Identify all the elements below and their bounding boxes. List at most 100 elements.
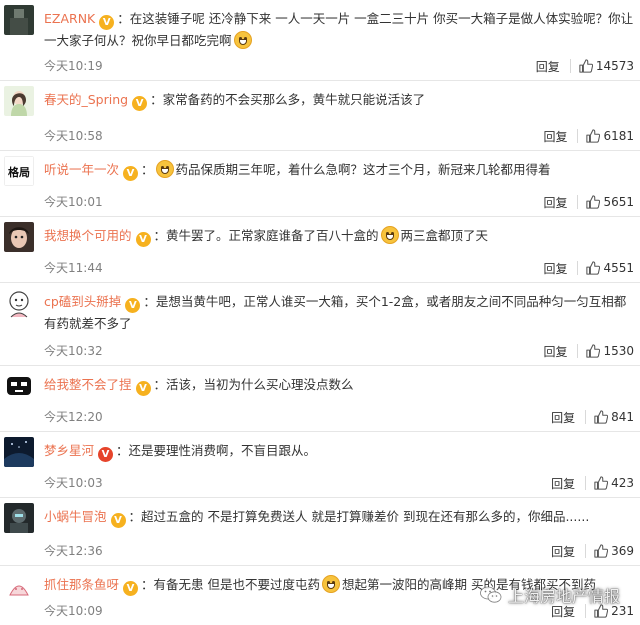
- like-button[interactable]: 841: [594, 410, 634, 424]
- comment-actions: 回复 369: [551, 541, 634, 561]
- avatar[interactable]: [4, 503, 34, 533]
- comment-username[interactable]: 给我整不会了捏: [44, 377, 132, 392]
- comment-timestamp: 今天10:58: [44, 129, 103, 143]
- comment-content: 活该，当初为什么买心理没点数么: [166, 377, 354, 392]
- comment-username[interactable]: 听说一年一次: [44, 162, 119, 177]
- comment-text: 梦乡星河 V ：还是要理性消费啊，不盲目跟从。: [44, 443, 317, 462]
- reply-button[interactable]: 回复: [543, 343, 567, 360]
- verified-badge-icon: V: [132, 96, 148, 111]
- comment-item: 给我整不会了捏 V ：活该，当初为什么买心理没点数么 今天12:20 回复 841: [0, 366, 640, 432]
- comment-content: 有备无患 但是也不要过度屯药: [153, 577, 321, 592]
- avatar[interactable]: [4, 222, 34, 252]
- grin-emoji-icon: [322, 575, 341, 593]
- comment-item: 我想换个可用的 V ：黄牛罢了。正常家庭谁备了百八十盒的 两三盒都顶了天 今天11:4…: [0, 217, 640, 283]
- like-count: 6181: [603, 129, 634, 143]
- comment-username[interactable]: 梦乡星河: [44, 443, 94, 458]
- avatar[interactable]: [4, 5, 34, 35]
- thumbs-up-icon: [579, 59, 593, 73]
- action-divider: [585, 544, 587, 558]
- verified-badge-icon: V: [99, 15, 115, 30]
- avatar[interactable]: [4, 86, 34, 116]
- grin-emoji-icon: [380, 226, 399, 244]
- thumbs-up-icon: [594, 476, 609, 490]
- comment-actions: 回复 423: [551, 473, 634, 493]
- action-divider: [577, 261, 579, 275]
- comment-text: EZARNK V ：在这装锤子呢 还冷静下来 一人一天一片 一盒二三十片 你买一大箱…: [44, 11, 634, 49]
- action-divider: [577, 344, 579, 358]
- thumbs-up-icon: [586, 129, 601, 143]
- comment-username[interactable]: 小蜗牛冒泡: [44, 509, 107, 524]
- comment-item: 春天的_Spring V ：家常备药的不会买那么多，黄牛就只能说活该了 今天10:5…: [0, 81, 640, 151]
- comment-timestamp: 今天11:44: [44, 261, 103, 275]
- like-button[interactable]: 4551: [586, 261, 634, 275]
- comment-text: 我想换个可用的 V ：黄牛罢了。正常家庭谁备了百八十盒的 两三盒都顶了天: [44, 226, 489, 247]
- action-divider: [577, 195, 579, 209]
- comment-item: 格局 听说一年一次 V：药品保质期三年呢，着什么急啊？这才三个月，新冠来几轮都用得…: [0, 151, 640, 217]
- thumbs-up-icon: [594, 544, 609, 558]
- reply-button[interactable]: 回复: [543, 260, 567, 277]
- thumbs-up-icon: [586, 344, 601, 358]
- like-button[interactable]: 5651: [586, 195, 634, 209]
- comment-item: 梦乡星河 V ：还是要理性消费啊，不盲目跟从。 今天10:03 回复 423: [0, 432, 640, 498]
- watermark-text: 上海房地产情报: [507, 587, 620, 606]
- like-count: 14573: [595, 59, 634, 73]
- comment-content: 两三盒都顶了天: [400, 228, 489, 243]
- comment-actions: 回复 841: [551, 407, 634, 427]
- comment-text: 春天的_Spring V ：家常备药的不会买那么多，黄牛就只能说活该了: [44, 92, 426, 111]
- verified-badge-icon: V: [110, 513, 126, 528]
- comment-text: 小蜗牛冒泡 V ：超过五盒的 不是打算免费送人 就是打算赚差价 到现在还有那么多的，…: [44, 509, 590, 528]
- reply-button[interactable]: 回复: [551, 475, 575, 492]
- comment-text: cp磕到头掰掉 V ：是想当黄牛吧，正常人谁买一大箱，买个1-2盒，或者朋友之间不同…: [44, 294, 627, 331]
- avatar[interactable]: [4, 288, 34, 318]
- comment-username[interactable]: cp磕到头掰掉: [44, 294, 121, 309]
- action-divider: [585, 410, 587, 424]
- comment-item: cp磕到头掰掉 V ：是想当黄牛吧，正常人谁买一大箱，买个1-2盒，或者朋友之间不同…: [0, 283, 640, 366]
- like-button[interactable]: 14573: [579, 59, 634, 73]
- like-button[interactable]: 6181: [586, 129, 634, 143]
- like-button[interactable]: 369: [594, 544, 634, 558]
- like-button[interactable]: 1530: [586, 344, 634, 358]
- watermark: 上海房地产情报: [480, 583, 620, 607]
- avatar[interactable]: [4, 571, 34, 601]
- comment-actions: 回复 4551: [543, 258, 634, 278]
- like-count: 369: [611, 544, 634, 558]
- action-divider: [585, 476, 587, 490]
- verified-badge-icon: V: [123, 581, 139, 596]
- avatar[interactable]: [4, 437, 34, 467]
- action-divider: [577, 129, 579, 143]
- avatar[interactable]: 格局: [4, 156, 34, 186]
- wechat-logo-icon: [480, 586, 502, 603]
- reply-button[interactable]: 回复: [536, 58, 560, 75]
- like-count: 423: [611, 476, 634, 490]
- thumbs-up-icon: [594, 410, 609, 424]
- comment-actions: 回复 6181: [543, 126, 634, 146]
- comment-timestamp: 今天10:03: [44, 476, 103, 490]
- reply-button[interactable]: 回复: [543, 194, 567, 211]
- comment-username[interactable]: 我想换个可用的: [44, 228, 132, 243]
- thumbs-up-icon: [586, 195, 601, 209]
- reply-button[interactable]: 回复: [551, 543, 575, 560]
- action-divider: [569, 59, 571, 73]
- comment-actions: 回复 1530: [543, 341, 634, 361]
- comment-content: 黄牛罢了。正常家庭谁备了百八十盒的: [166, 228, 379, 243]
- verified-badge-icon: V: [135, 381, 151, 396]
- reply-button[interactable]: 回复: [551, 409, 575, 426]
- reply-button[interactable]: 回复: [543, 128, 567, 145]
- comment-text: 听说一年一次 V：药品保质期三年呢，着什么急啊？这才三个月，新冠来几轮都用得着: [44, 160, 551, 181]
- comment-timestamp: 今天10:09: [44, 604, 103, 618]
- comment-item: EZARNK V ：在这装锤子呢 还冷静下来 一人一天一片 一盒二三十片 你买一大箱…: [0, 0, 640, 81]
- avatar[interactable]: [4, 371, 34, 401]
- verified-badge-icon: V: [98, 447, 114, 462]
- svg-text:格局: 格局: [8, 165, 30, 179]
- comment-username[interactable]: 抓住那条鱼呀: [44, 577, 119, 592]
- like-count: 841: [611, 410, 634, 424]
- verified-badge-icon: V: [125, 298, 141, 313]
- comment-content: 家常备药的不会买那么多，黄牛就只能说活该了: [162, 92, 426, 107]
- like-button[interactable]: 423: [594, 476, 634, 490]
- comment-username[interactable]: 春天的_Spring: [44, 92, 128, 107]
- comment-content: 超过五盒的 不是打算免费送人 就是打算赚差价 到现在还有那么多的，你细品....…: [141, 509, 590, 524]
- comment-username[interactable]: EZARNK: [44, 11, 95, 26]
- verified-badge-icon: V: [135, 232, 151, 247]
- comment-text: 给我整不会了捏 V ：活该，当初为什么买心理没点数么: [44, 377, 354, 396]
- like-count: 4551: [603, 261, 634, 275]
